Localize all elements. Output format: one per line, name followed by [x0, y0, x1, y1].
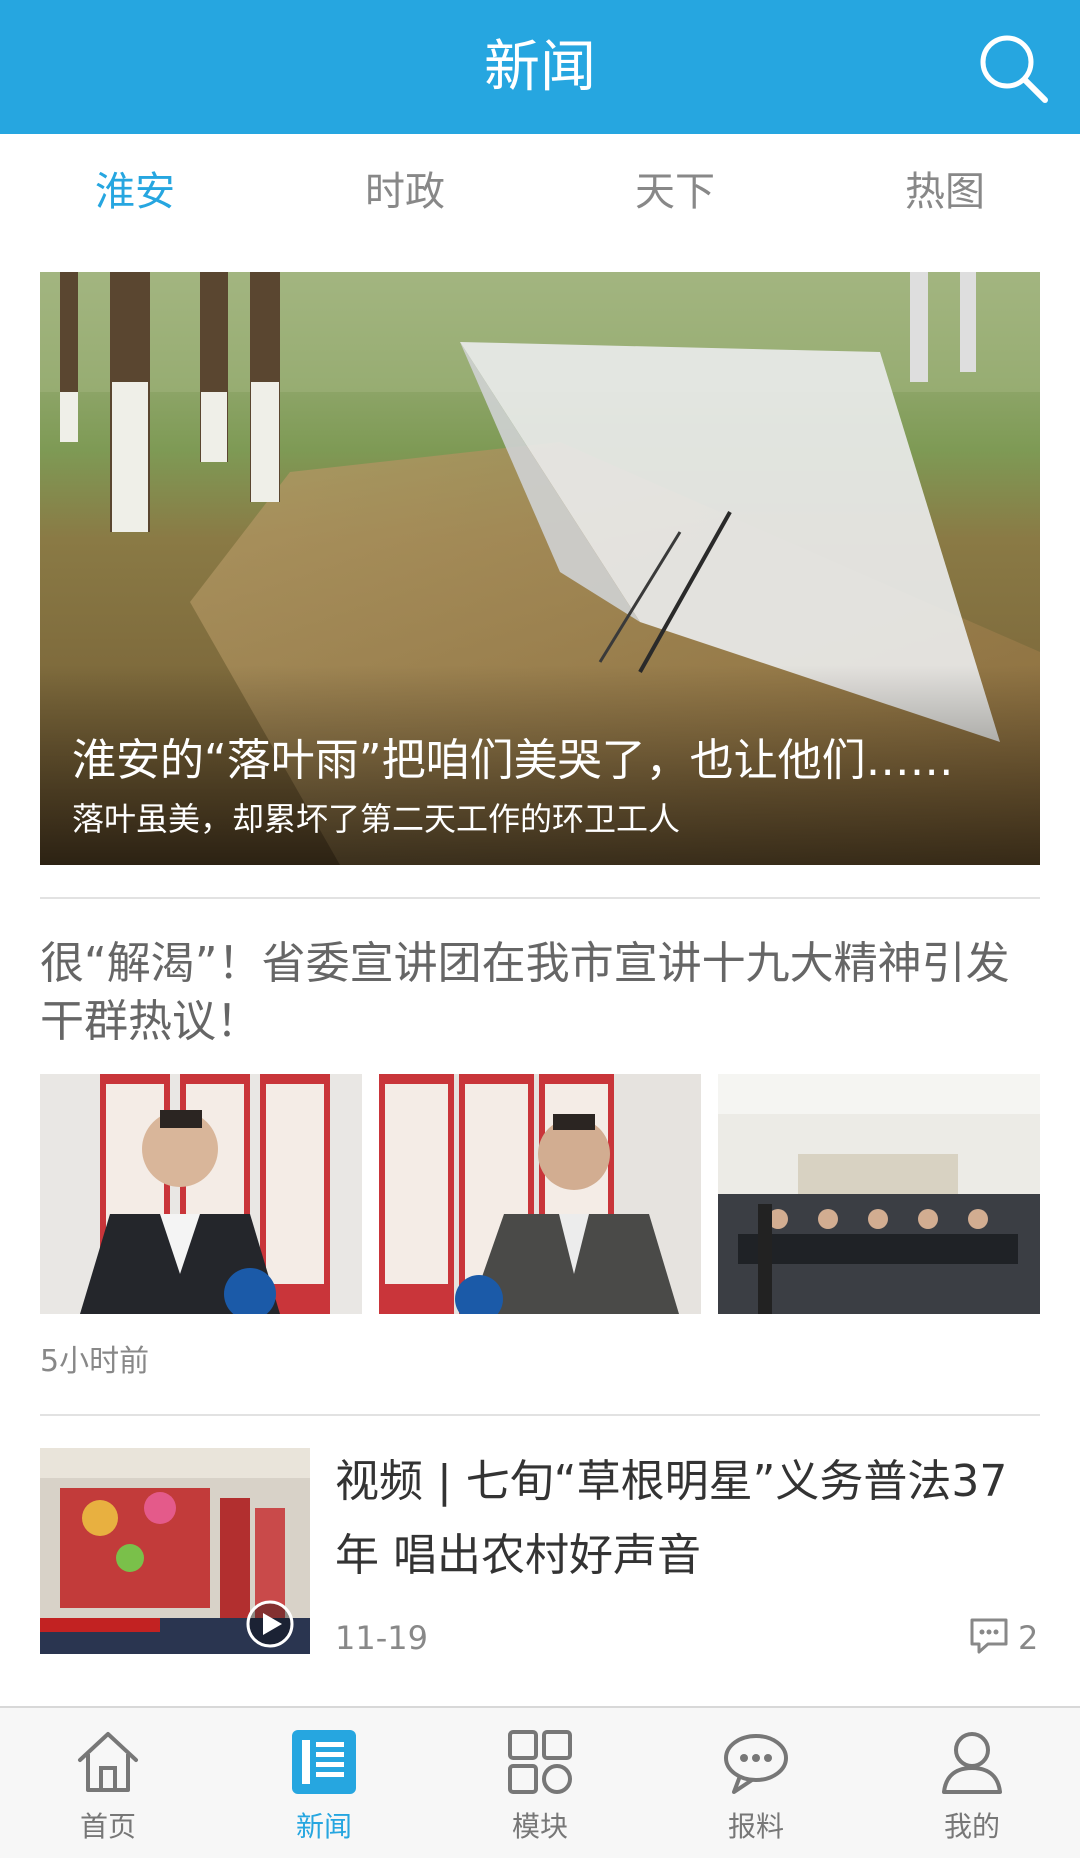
video-thumbnail[interactable] [40, 1448, 310, 1654]
article-thumbnail[interactable] [718, 1074, 1040, 1314]
tab-world[interactable]: 天下 [540, 164, 810, 220]
app-header: 新闻 [0, 0, 1080, 134]
divider [40, 1414, 1040, 1416]
nav-me[interactable]: 我的 [864, 1708, 1080, 1858]
category-tabs: 淮安 时政 天下 热图 [0, 134, 1080, 246]
nav-report-label: 报料 [727, 1810, 784, 1843]
article-date: 11-19 [335, 1619, 428, 1657]
article-title[interactable]: 视频 | 七旬“草根明星”义务普法37年 唱出农村好声音 [335, 1445, 1045, 1593]
page-title: 新闻 [484, 35, 596, 100]
nav-me-label: 我的 [943, 1810, 1000, 1843]
tab-politics[interactable]: 时政 [270, 164, 540, 220]
article-title[interactable]: 很“解渴”！省委宣讲团在我市宣讲十九大精神引发干群热议！ [40, 935, 1040, 1051]
comment-count: 2 [1018, 1619, 1039, 1657]
tab-hot-pictures[interactable]: 热图 [810, 164, 1080, 220]
news-icon [292, 1730, 356, 1794]
nav-home-label: 首页 [79, 1810, 136, 1843]
article-thumbnail[interactable] [40, 1074, 362, 1314]
user-icon [942, 1732, 1002, 1794]
hero-title: 淮安的“落叶雨”把咱们美哭了，也让他们…… [72, 735, 954, 786]
nav-news-label: 新闻 [295, 1810, 352, 1843]
hero-subtitle: 落叶虽美，却累坏了第二天工作的环卫工人 [72, 800, 681, 838]
hero-article[interactable]: 淮安的“落叶雨”把咱们美哭了，也让他们…… 落叶虽美，却累坏了第二天工作的环卫工… [40, 272, 1040, 865]
nav-modules[interactable]: 模块 [432, 1708, 648, 1858]
home-icon [78, 1732, 138, 1792]
nav-modules-label: 模块 [511, 1810, 568, 1843]
article-thumbnail[interactable] [379, 1074, 701, 1314]
modules-grid-icon [508, 1730, 572, 1794]
article-time: 5小时前 [40, 1344, 150, 1379]
bottom-navigation: 首页 新闻 模块 报料 我的 [0, 1706, 1080, 1858]
chat-bubble-icon [724, 1734, 788, 1794]
nav-news[interactable]: 新闻 [216, 1708, 432, 1858]
nav-report[interactable]: 报料 [648, 1708, 864, 1858]
search-icon[interactable] [975, 30, 1051, 106]
nav-home[interactable]: 首页 [0, 1708, 216, 1858]
comment-icon[interactable] [968, 1614, 1010, 1656]
divider [40, 897, 1040, 899]
tab-huaian[interactable]: 淮安 [0, 164, 270, 220]
